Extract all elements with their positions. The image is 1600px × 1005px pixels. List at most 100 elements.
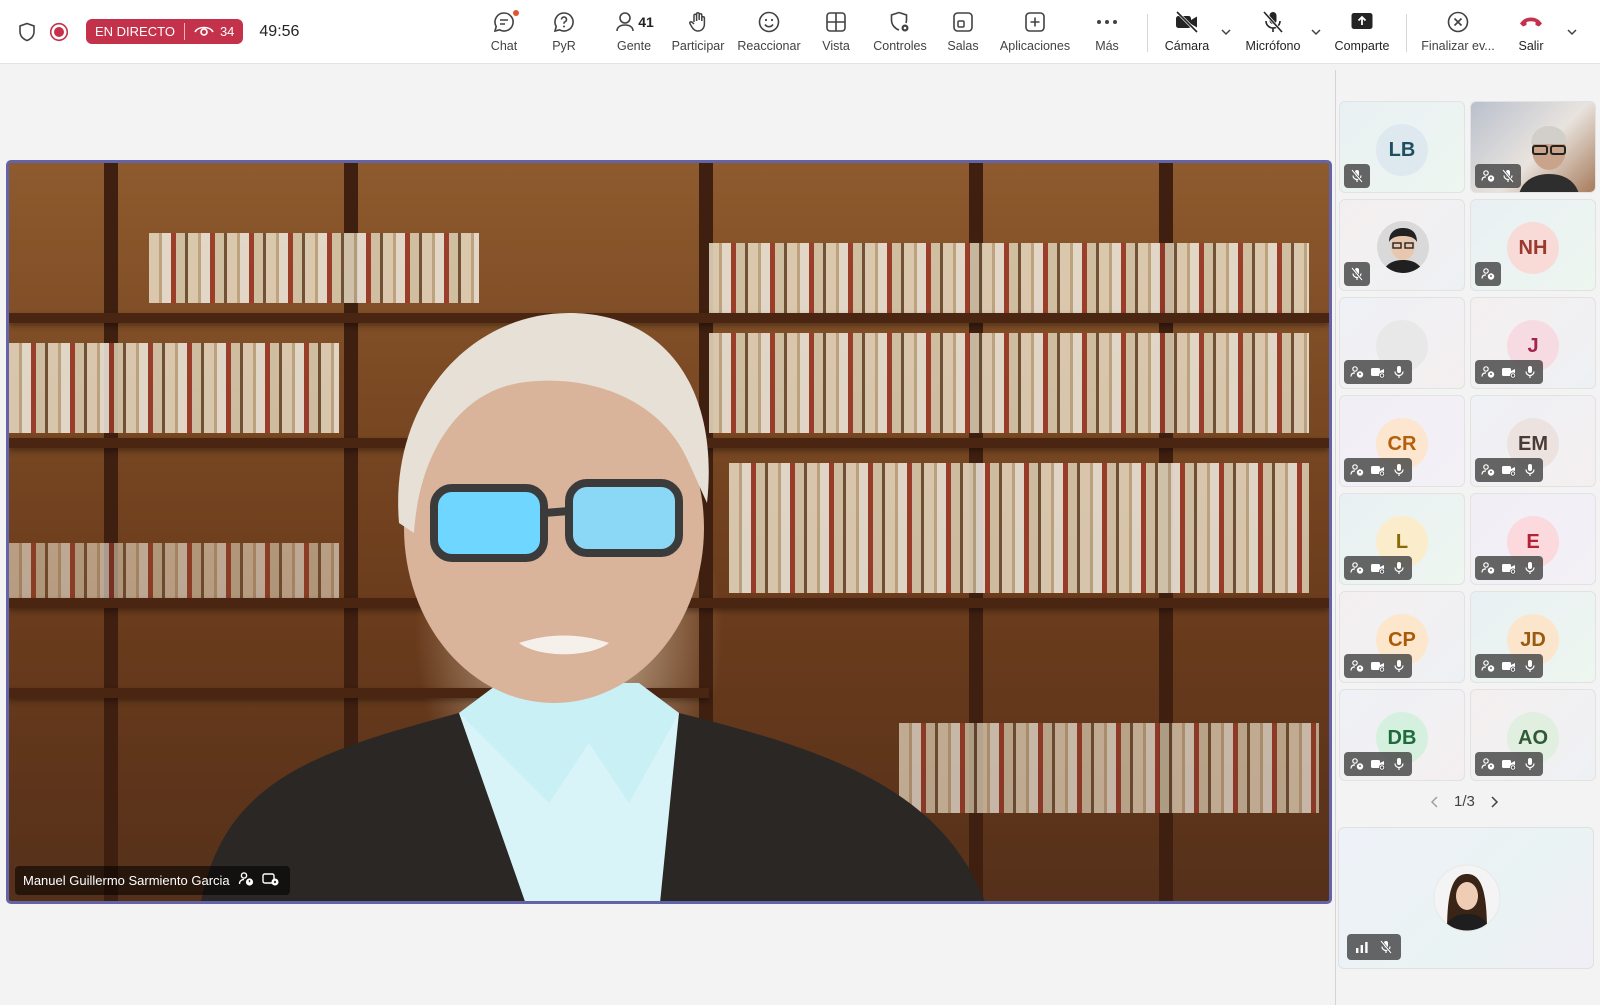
live-divider: [183, 23, 185, 40]
recording-icon[interactable]: [48, 21, 70, 43]
rooms-label: Salas: [947, 39, 979, 53]
end-event-button[interactable]: Finalizar ev...: [1420, 8, 1496, 60]
more-label: Más: [1095, 39, 1119, 53]
participant-status-bar: [1344, 654, 1412, 678]
camera-options-chevron-icon[interactable]: [1219, 25, 1233, 39]
mic-off-icon: [1350, 267, 1364, 281]
mic-icon: [1392, 659, 1406, 673]
toolbar-divider: [1147, 14, 1148, 52]
speaker-figure: [201, 313, 985, 901]
mic-options-chevron-icon[interactable]: [1309, 25, 1323, 39]
react-label: Reaccionar: [737, 39, 801, 53]
next-page-icon[interactable]: [1489, 795, 1499, 809]
participant-status-bar: [1475, 752, 1543, 776]
participant-tile[interactable]: JD: [1470, 591, 1596, 683]
attendee-icon: [1350, 659, 1364, 673]
participant-tile[interactable]: NH: [1470, 199, 1596, 291]
more-button[interactable]: Más: [1094, 8, 1120, 60]
shield-icon[interactable]: [16, 21, 38, 43]
eye-icon: [194, 23, 214, 40]
camera-off-icon: [1501, 561, 1517, 575]
mic-icon: [1392, 561, 1406, 575]
people-label: Gente: [616, 39, 652, 53]
mic-icon: [1392, 365, 1406, 379]
camera-off-icon: [1370, 757, 1386, 771]
organizer-icon: [1481, 169, 1495, 183]
participant-initials-avatar: LB: [1376, 124, 1428, 176]
participant-status-bar: [1344, 556, 1412, 580]
microphone-label: Micrófono: [1245, 39, 1301, 53]
question-icon: [552, 8, 576, 36]
participant-tile[interactable]: E: [1470, 493, 1596, 585]
leave-button[interactable]: Salir: [1516, 8, 1546, 60]
participant-tile[interactable]: DB: [1339, 689, 1465, 781]
share-button[interactable]: Comparte: [1334, 8, 1390, 60]
camera-settings-icon: [261, 871, 280, 890]
mic-off-icon: [1350, 169, 1364, 183]
close-circle-icon: [1446, 8, 1470, 36]
participant-tile[interactable]: J: [1470, 297, 1596, 389]
spotlight-video[interactable]: Manuel Guillermo Sarmiento Garcia: [6, 160, 1332, 904]
participant-status-bar: [1344, 262, 1370, 286]
react-button[interactable]: Reaccionar: [737, 8, 801, 60]
camera-off-icon: [1174, 8, 1200, 36]
hand-icon: [686, 8, 710, 36]
controls-button[interactable]: Controles: [872, 8, 928, 60]
chat-icon: [492, 8, 519, 36]
participant-tile[interactable]: EM: [1470, 395, 1596, 487]
live-badge[interactable]: EN DIRECTO 34: [86, 19, 244, 44]
participant-tile[interactable]: AO: [1470, 689, 1596, 781]
camera-off-icon: [1370, 463, 1386, 477]
camera-button[interactable]: Cámara: [1164, 8, 1210, 60]
qa-label: PyR: [552, 39, 576, 53]
organizer-icon: [238, 871, 254, 890]
camera-off-icon: [1501, 463, 1517, 477]
participant-status-bar: [1344, 360, 1412, 384]
mic-icon: [1523, 561, 1537, 575]
participant-tile[interactable]: [1470, 101, 1596, 193]
qa-button[interactable]: PyR: [548, 8, 580, 60]
camera-off-icon: [1370, 659, 1386, 673]
camera-off-icon: [1501, 365, 1517, 379]
attendee-icon: [1481, 463, 1495, 477]
end-event-label: Finalizar ev...: [1421, 39, 1495, 53]
attendee-icon: [1481, 757, 1495, 771]
participant-tile[interactable]: [1339, 297, 1465, 389]
participant-tile[interactable]: [1339, 199, 1465, 291]
previous-page-icon[interactable]: [1430, 795, 1440, 809]
leave-options-chevron-icon[interactable]: [1565, 25, 1579, 39]
speaker-name: Manuel Guillermo Sarmiento Garcia: [23, 873, 230, 888]
self-controls: [1347, 934, 1401, 960]
participant-avatar-photo: [1377, 221, 1429, 273]
attendee-icon: [1481, 659, 1495, 673]
unread-dot: [513, 10, 519, 16]
mic-icon: [1523, 757, 1537, 771]
participant-tile[interactable]: CR: [1339, 395, 1465, 487]
hang-up-icon: [1518, 8, 1544, 36]
participant-tile[interactable]: LB: [1339, 101, 1465, 193]
people-button[interactable]: 41 Gente: [612, 8, 656, 60]
view-button[interactable]: Vista: [820, 8, 852, 60]
raise-hand-button[interactable]: Participar: [670, 8, 726, 60]
apps-button[interactable]: Aplicaciones: [998, 8, 1072, 60]
attendee-icon: [1350, 365, 1364, 379]
mic-icon: [1523, 659, 1537, 673]
attendee-icon: [1350, 561, 1364, 575]
microphone-button[interactable]: Micrófono: [1244, 8, 1302, 60]
attendee-icon: [1350, 463, 1364, 477]
meeting-status-group: EN DIRECTO 34 49:56: [16, 19, 299, 44]
meeting-timer: 49:56: [259, 22, 300, 40]
rooms-button[interactable]: Salas: [946, 8, 980, 60]
viewer-count: 34: [219, 24, 235, 39]
participant-tile[interactable]: CP: [1339, 591, 1465, 683]
meeting-toolbar: EN DIRECTO 34 49:56 Chat PyR 41 Gente Pa…: [0, 0, 1600, 64]
controls-label: Controles: [873, 39, 927, 53]
mic-off-icon: [1261, 8, 1285, 36]
self-view-tile[interactable]: [1338, 827, 1594, 969]
more-icon: [1096, 8, 1118, 36]
panel-divider: [1335, 70, 1336, 1005]
smile-icon: [757, 8, 781, 36]
participant-tile[interactable]: L: [1339, 493, 1465, 585]
chat-button[interactable]: Chat: [486, 8, 522, 60]
people-count: 41: [638, 14, 654, 30]
